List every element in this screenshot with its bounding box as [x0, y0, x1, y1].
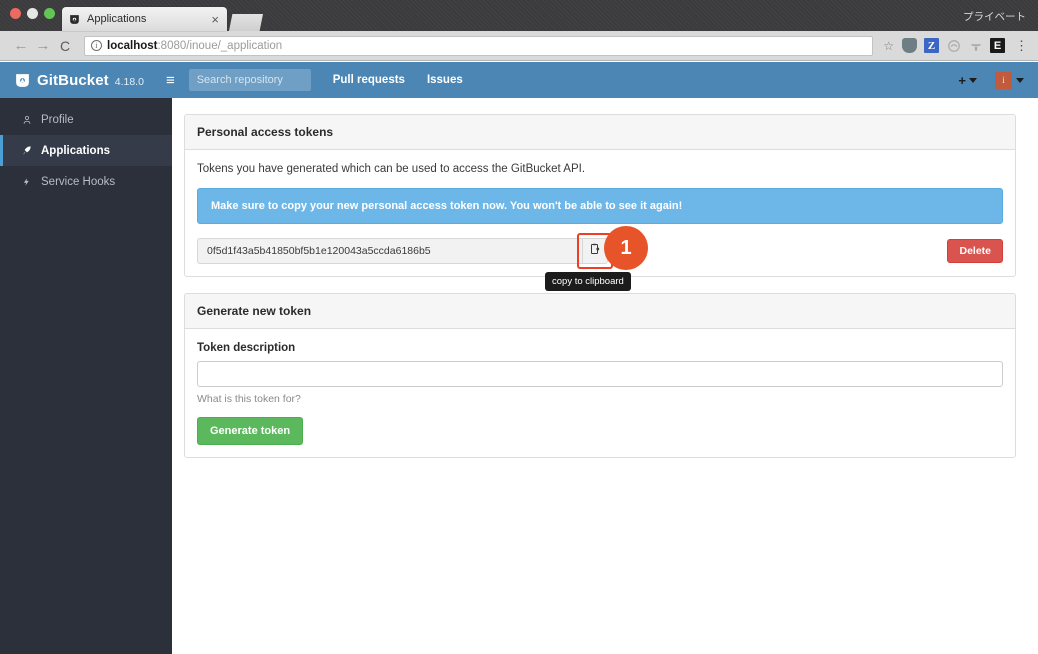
- nav-issues[interactable]: Issues: [427, 74, 463, 86]
- page-viewport: GitBucket 4.18.0 ≡ Pull requests Issues …: [0, 62, 1038, 654]
- token-description-label: Token description: [197, 342, 296, 354]
- copy-token-alert: Make sure to copy your new personal acce…: [197, 188, 1003, 224]
- close-window-button[interactable]: [10, 8, 21, 19]
- tokens-description: Tokens you have generated which can be u…: [197, 163, 586, 175]
- sidebar-item-label: Service Hooks: [41, 175, 116, 188]
- minimize-window-button[interactable]: [27, 8, 38, 19]
- browser-window: Applications × プライベート ← → C i localhost:…: [0, 0, 1038, 654]
- sidebar-item-label: Profile: [41, 113, 74, 126]
- reload-icon[interactable]: C: [54, 39, 76, 53]
- browser-menu-icon[interactable]: ⋮: [1015, 39, 1028, 52]
- plus-icon: +: [958, 72, 966, 88]
- tab-strip: Applications ×: [62, 7, 263, 31]
- gitbucket-header: GitBucket 4.18.0 ≡ Pull requests Issues …: [0, 62, 1038, 98]
- chevron-down-icon: [1016, 77, 1024, 83]
- private-window-label: プライベート: [963, 11, 1026, 23]
- token-description-input[interactable]: [197, 361, 1003, 387]
- window-controls: [10, 8, 55, 19]
- sidebar-item-label: Applications: [41, 144, 111, 157]
- forward-icon[interactable]: →: [32, 38, 54, 53]
- panel-body: Tokens you have generated which can be u…: [185, 150, 1015, 291]
- gitbucket-brand-name: GitBucket: [37, 71, 109, 89]
- generate-token-button[interactable]: Generate token: [197, 417, 304, 445]
- delete-token-button[interactable]: Delete: [947, 239, 1003, 263]
- maximize-window-button[interactable]: [44, 8, 55, 19]
- pocket-extension-icon[interactable]: [902, 38, 917, 53]
- main-content: Personal access tokens Tokens you have g…: [172, 98, 1038, 654]
- unknown-extension-icon[interactable]: [946, 38, 961, 53]
- address-bar[interactable]: i localhost:8080/inoue/_application: [84, 35, 874, 56]
- sidebar-item-applications[interactable]: Applications: [0, 135, 172, 166]
- tab-close-icon[interactable]: ×: [209, 13, 221, 26]
- gitbucket-header-right: + i: [958, 62, 1024, 98]
- zotero-extension-icon[interactable]: Z: [924, 38, 939, 53]
- user-menu-dropdown[interactable]: i: [995, 71, 1024, 89]
- nav-pull-requests[interactable]: Pull requests: [333, 74, 405, 86]
- evernote-extension-icon[interactable]: E: [990, 38, 1005, 53]
- gitbucket-version: 4.18.0: [114, 75, 144, 88]
- site-info-icon[interactable]: i: [91, 40, 102, 51]
- copy-tooltip: copy to clipboard: [545, 272, 631, 291]
- browser-titlebar: Applications × プライベート: [0, 0, 1038, 31]
- avatar: i: [995, 71, 1012, 89]
- copy-button-wrapper: 1 copy to clipboard: [545, 226, 648, 291]
- panel-title: Generate new token: [185, 294, 1015, 329]
- annotation-badge-1: 1: [604, 226, 648, 270]
- new-tab-button[interactable]: [229, 14, 263, 31]
- token-description-help: What is this token for?: [197, 393, 301, 405]
- downloads-extension-icon[interactable]: [968, 38, 983, 53]
- page-body: Profile Applications Service Hooks Perso…: [0, 98, 1038, 654]
- back-icon[interactable]: ←: [10, 38, 32, 53]
- url-text: localhost:8080/inoue/_application: [107, 40, 282, 52]
- panel-body: Token description What is this token for…: [185, 329, 1015, 457]
- hamburger-menu-icon[interactable]: ≡: [166, 73, 175, 88]
- chevron-down-icon: [969, 77, 977, 83]
- extension-icons: Z E ⋮: [902, 38, 1028, 53]
- gitbucket-nav-links: Pull requests Issues: [333, 74, 463, 86]
- tab-title: Applications: [87, 13, 147, 25]
- bolt-icon: [21, 176, 32, 188]
- rocket-icon: [21, 145, 32, 156]
- panel-title: Personal access tokens: [185, 115, 1015, 150]
- gitbucket-brand[interactable]: GitBucket 4.18.0: [14, 72, 144, 89]
- token-row: 0f5d1f43a5b41850bf5b1e120043a5ccda6186b5: [197, 226, 1003, 291]
- clipboard-icon: [589, 242, 601, 260]
- bookmark-star-icon[interactable]: ☆: [883, 39, 894, 53]
- create-new-dropdown[interactable]: +: [958, 73, 977, 88]
- gitbucket-favicon-icon: [68, 13, 81, 26]
- browser-toolbar: ← → C i localhost:8080/inoue/_applicatio…: [0, 31, 1038, 61]
- sidebar-item-profile[interactable]: Profile: [0, 104, 172, 135]
- personal-access-tokens-panel: Personal access tokens Tokens you have g…: [184, 114, 1016, 291]
- browser-tab[interactable]: Applications ×: [62, 7, 227, 31]
- sidebar-item-service-hooks[interactable]: Service Hooks: [0, 166, 172, 197]
- gitbucket-logo-icon: [14, 72, 31, 89]
- person-icon: [21, 114, 32, 126]
- url-path: :8080/inoue/_application: [157, 39, 283, 52]
- url-host: localhost: [107, 39, 158, 52]
- search-input[interactable]: [188, 69, 311, 91]
- generate-new-token-panel: Generate new token Token description Wha…: [184, 293, 1016, 458]
- token-value[interactable]: 0f5d1f43a5b41850bf5b1e120043a5ccda6186b5: [197, 238, 582, 264]
- sidebar: Profile Applications Service Hooks: [0, 98, 172, 654]
